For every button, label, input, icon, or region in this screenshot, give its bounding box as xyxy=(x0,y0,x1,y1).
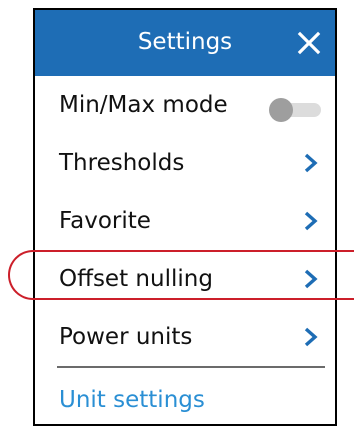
settings-header: Settings xyxy=(35,10,335,76)
header-title: Settings xyxy=(137,29,233,55)
menu-item-label: Offset nulling xyxy=(59,266,213,292)
menu-item-favorite[interactable]: Favorite xyxy=(35,192,335,250)
menu-item-min-max-mode[interactable]: Min/Max mode xyxy=(35,76,335,134)
menu-item-thresholds[interactable]: Thresholds xyxy=(35,134,335,192)
divider xyxy=(57,366,325,368)
menu-item-label: Min/Max mode xyxy=(59,92,228,118)
toggle-knob xyxy=(269,98,293,122)
chevron-right-icon xyxy=(304,153,318,173)
chevron-right-icon xyxy=(304,327,318,347)
chevron-right-icon xyxy=(304,211,318,231)
min-max-toggle[interactable] xyxy=(269,98,321,122)
menu-item-label: Favorite xyxy=(59,208,151,234)
menu-item-offset-nulling[interactable]: Offset nulling xyxy=(35,250,335,308)
unit-settings-link[interactable]: Unit settings xyxy=(59,384,205,416)
chevron-right-icon xyxy=(304,269,318,289)
menu-item-power-units[interactable]: Power units xyxy=(35,308,335,366)
menu-item-label: Thresholds xyxy=(59,150,185,176)
close-icon xyxy=(297,31,321,55)
settings-panel: Settings Min/Max mode Thresholds Favorit… xyxy=(33,8,337,426)
menu-item-label: Power units xyxy=(59,324,193,350)
close-button[interactable] xyxy=(293,27,325,59)
